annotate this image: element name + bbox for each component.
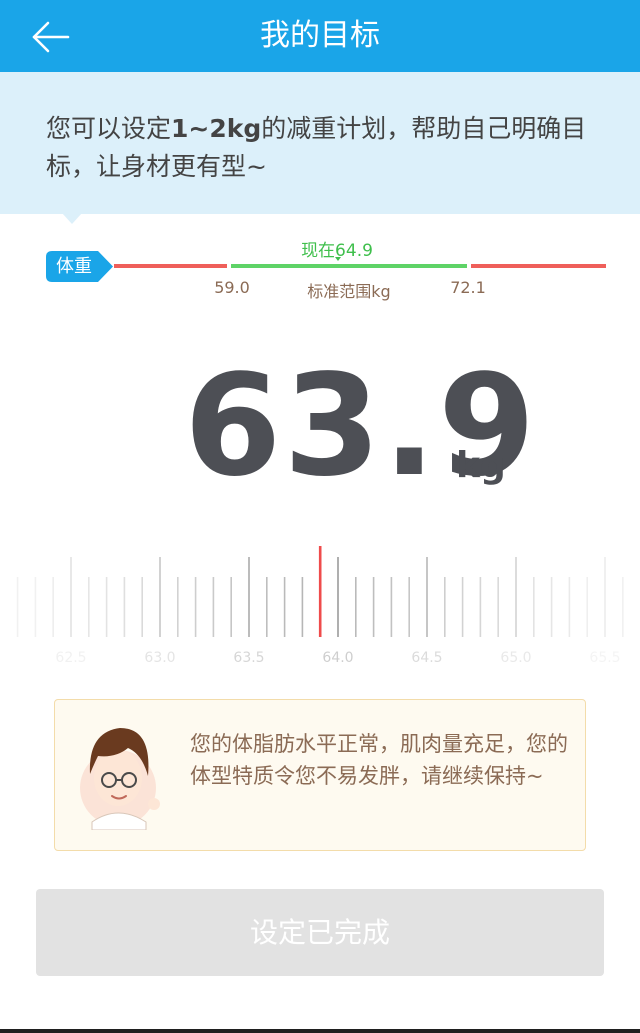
ruler-tick-label: 64.5 <box>411 650 442 666</box>
ruler-tick-label: 65.0 <box>500 650 531 666</box>
top-bar: 我的目标 <box>0 0 640 72</box>
weight-tag-label: 体重 <box>56 256 92 277</box>
ruler-tick-label: 63.5 <box>233 650 264 666</box>
target-weight-unit: kg <box>456 445 506 486</box>
target-weight-value: 63.9 <box>184 345 538 508</box>
ruler-tick-label: 64.0 <box>322 650 353 666</box>
tip-text: 您的体脂肪水平正常，肌肉量充足，您的体型特质令您不易发胖，请继续保持~ <box>190 732 568 788</box>
ruler-tick-label: 63.0 <box>144 650 175 666</box>
range-high-value: 72.1 <box>450 278 486 297</box>
range-bar-low <box>114 264 227 268</box>
page-title: 我的目标 <box>260 18 380 53</box>
range-low-value: 59.0 <box>214 278 250 297</box>
weight-ruler-slider[interactable]: 62.5 63.0 63.5 64.0 64.5 65.0 65.5 <box>0 540 640 670</box>
range-bar-high <box>471 264 606 268</box>
ruler-tick-label: 65.5 <box>589 650 620 666</box>
coach-avatar-icon <box>80 728 160 830</box>
ruler-tick-label: 62.5 <box>55 650 86 666</box>
done-button[interactable]: 设定已完成 <box>36 889 604 976</box>
intro-highlight: 1~2kg <box>171 114 262 143</box>
intro-pointer <box>62 213 82 224</box>
current-weight-marker <box>335 257 341 261</box>
range-bar-normal <box>231 264 467 268</box>
intro-text: 您可以设定1~2kg的减重计划，帮助自己明确目标，让身材更有型~ <box>46 114 587 181</box>
bottom-edge <box>0 1029 640 1033</box>
range-title: 标准范围kg <box>307 282 391 301</box>
intro-banner: 您可以设定1~2kg的减重计划，帮助自己明确目标，让身材更有型~ <box>0 72 640 214</box>
